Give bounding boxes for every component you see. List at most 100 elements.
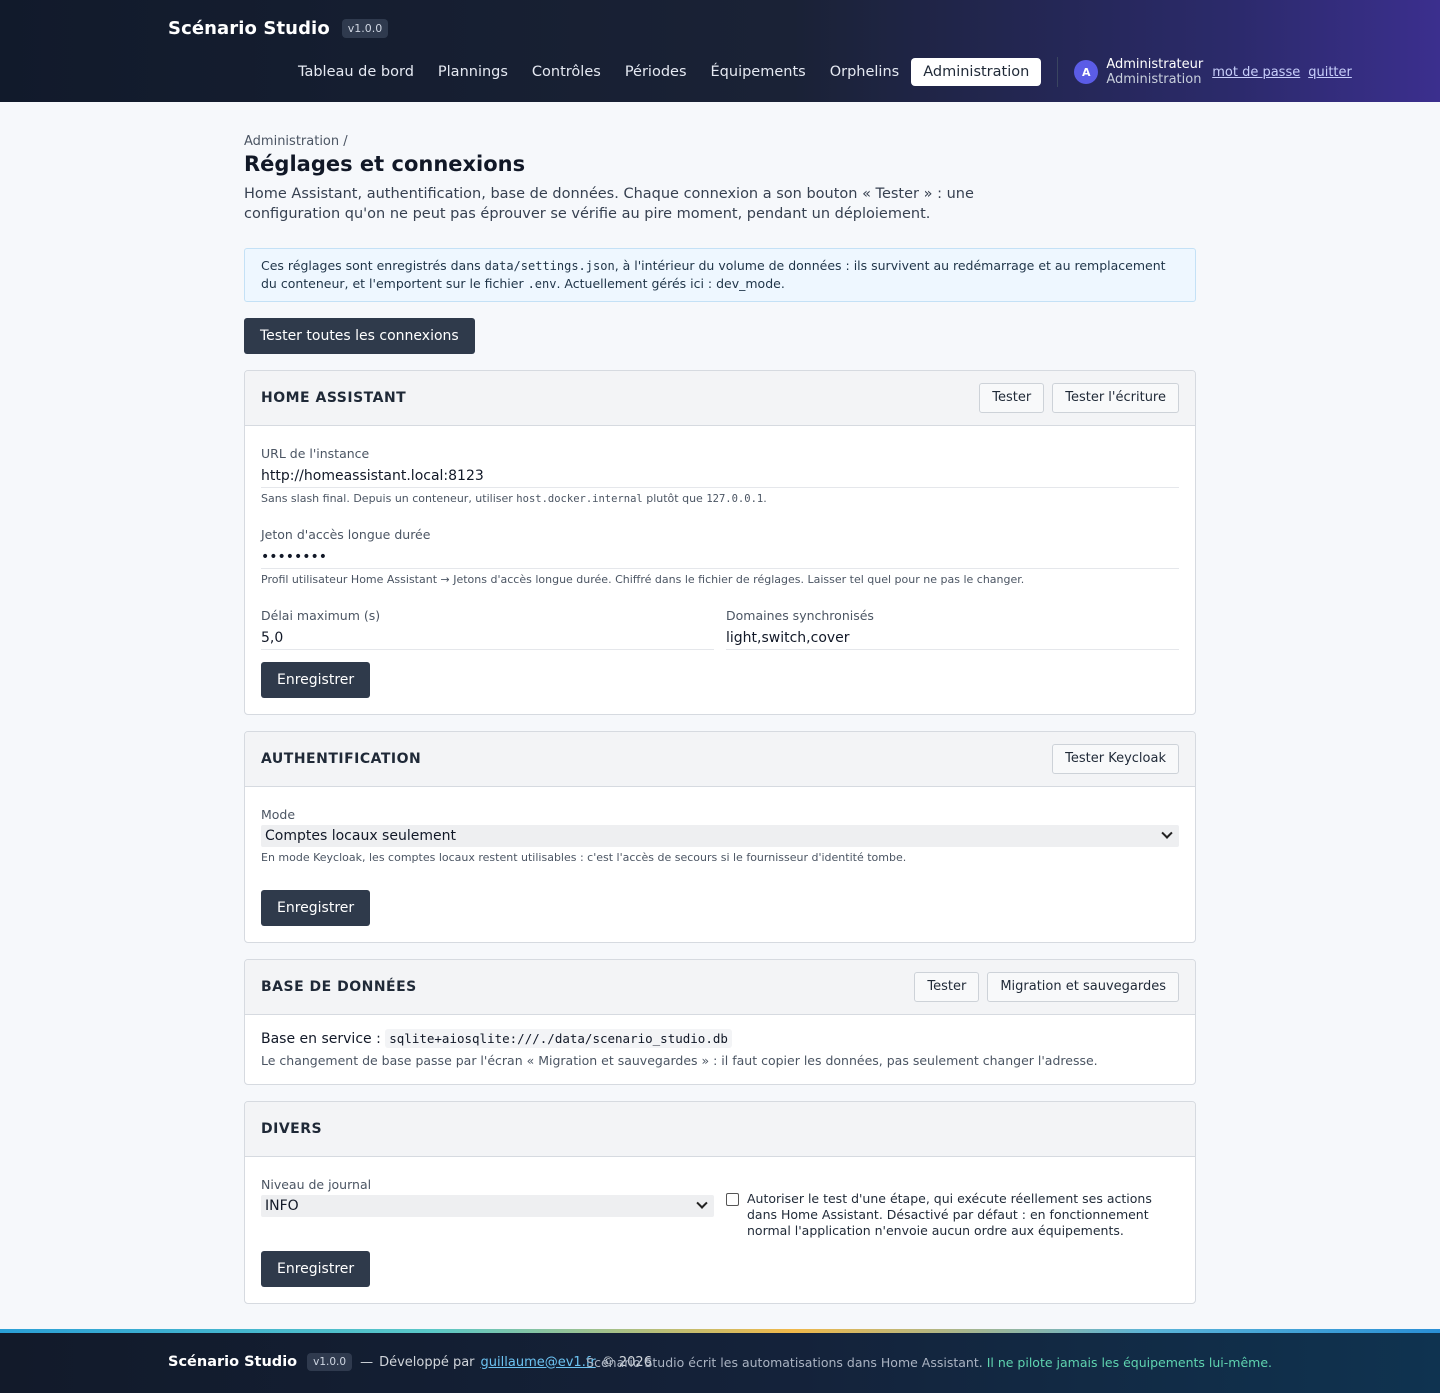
breadcrumb[interactable]: Administration / xyxy=(244,134,1196,149)
misc-row: Niveau de journal INFO Autoriser le test… xyxy=(261,1177,1179,1239)
domains-label: Domaines synchronisés xyxy=(726,608,874,623)
auth-mode-select[interactable]: Comptes locaux seulement xyxy=(261,825,1179,847)
save-misc-button[interactable]: Enregistrer xyxy=(261,1251,371,1287)
help-text: Sans slash final. Depuis un conteneur, u… xyxy=(261,492,517,505)
database-note: Le changement de base passe par l'écran … xyxy=(261,1053,1098,1068)
instance-url-input[interactable] xyxy=(261,464,1179,488)
card-title: DIVERS xyxy=(261,1121,323,1137)
user-name: Administrateur xyxy=(1106,57,1204,72)
step-test-option: Autoriser le test d'une étape, qui exécu… xyxy=(726,1191,1179,1239)
card-title: BASE DE DONNÉES xyxy=(261,979,417,995)
app-name[interactable]: Scénario Studio xyxy=(168,18,330,39)
main-nav: Tableau de bord Plannings Contrôles Péri… xyxy=(286,57,1360,87)
token-field-group: Jeton d'accès longue durée Profil utilis… xyxy=(261,527,1179,586)
brand: Scénario Studio v1.0.0 xyxy=(168,18,389,39)
url-label: URL de l'instance xyxy=(261,446,370,461)
timeout-input[interactable] xyxy=(261,626,714,650)
access-token-input[interactable] xyxy=(261,545,1179,569)
nav-item-controles[interactable]: Contrôles xyxy=(520,58,613,86)
footer-developed-by: Développé par xyxy=(379,1354,475,1370)
version-badge: v1.0.0 xyxy=(341,19,389,38)
database-current: Base en service : sqlite+aiosqlite:///./… xyxy=(261,1029,1179,1048)
footer-dash: — xyxy=(360,1354,374,1370)
test-write-button[interactable]: Tester l'écriture xyxy=(1052,383,1179,413)
card-header: BASE DE DONNÉES Tester Migration et sauv… xyxy=(245,960,1195,1015)
token-help: Profil utilisateur Home Assistant → Jeto… xyxy=(261,573,1025,586)
authentication-card: AUTHENTIFICATION Tester Keycloak Mode Co… xyxy=(244,731,1196,943)
card-body: URL de l'instance Sans slash final. Depu… xyxy=(245,426,1195,714)
log-level-label: Niveau de journal xyxy=(261,1177,372,1192)
migration-backups-button[interactable]: Migration et sauvegardes xyxy=(987,972,1179,1002)
card-body: Mode Comptes locaux seulement En mode Ke… xyxy=(245,787,1195,942)
card-actions: Tester Migration et sauvegardes xyxy=(914,972,1179,1002)
test-keycloak-button[interactable]: Tester Keycloak xyxy=(1052,744,1179,774)
url-help: Sans slash final. Depuis un conteneur, u… xyxy=(261,492,1179,505)
info-code-env: .env xyxy=(527,277,557,291)
step-test-checkbox[interactable] xyxy=(726,1193,739,1206)
chevron-down-icon xyxy=(696,1197,708,1209)
timeout-domains-row: Délai maximum (s) Domaines synchronisés xyxy=(261,608,1179,650)
card-title: HOME ASSISTANT xyxy=(261,390,407,406)
test-database-button[interactable]: Tester xyxy=(914,972,980,1002)
log-level-value: INFO xyxy=(265,1198,299,1214)
nav-divider xyxy=(1057,57,1059,87)
footer: Scénario Studio v1.0.0 — Développé par g… xyxy=(0,1329,1440,1393)
domains-field-group: Domaines synchronisés xyxy=(726,608,1179,650)
footer-credits: Scénario Studio v1.0.0 — Développé par g… xyxy=(168,1353,652,1371)
mode-help: En mode Keycloak, les comptes locaux res… xyxy=(261,851,907,864)
user-role: Administration xyxy=(1106,72,1202,87)
nav-item-periodes[interactable]: Périodes xyxy=(613,58,699,86)
nav-item-administration[interactable]: Administration xyxy=(911,58,1042,86)
nav-item-plannings[interactable]: Plannings xyxy=(426,58,520,86)
change-password-link[interactable]: mot de passe xyxy=(1212,65,1300,80)
save-auth-button[interactable]: Enregistrer xyxy=(261,890,371,926)
save-row: Enregistrer xyxy=(261,662,1179,698)
card-actions: Tester Tester l'écriture xyxy=(979,383,1179,413)
timeout-field-group: Délai maximum (s) xyxy=(261,608,714,650)
developer-email-link[interactable]: guillaume@ev1.fr xyxy=(481,1355,596,1370)
settings-info-box: Ces réglages sont enregistrés dans data/… xyxy=(244,248,1196,302)
timeout-label: Délai maximum (s) xyxy=(261,608,381,623)
card-header: DIVERS xyxy=(245,1102,1195,1157)
footer-tagline-text: Scénario Studio écrit les automatisation… xyxy=(586,1355,983,1370)
save-row: Enregistrer xyxy=(261,890,1179,926)
nav-item-orphelins[interactable]: Orphelins xyxy=(818,58,912,86)
step-test-label[interactable]: Autoriser le test d'une étape, qui exécu… xyxy=(747,1191,1179,1239)
test-all-connections-button[interactable]: Tester toutes les connexions xyxy=(244,318,475,354)
token-label: Jeton d'accès longue durée xyxy=(261,527,431,542)
footer-accent-strip xyxy=(0,1329,1440,1333)
nav-item-dashboard[interactable]: Tableau de bord xyxy=(286,58,426,86)
url-field-group: URL de l'instance Sans slash final. Depu… xyxy=(261,446,1179,505)
database-url: sqlite+aiosqlite:///./data/scenario_stud… xyxy=(385,1029,732,1048)
logout-link[interactable]: quitter xyxy=(1308,65,1352,80)
footer-tagline: Scénario Studio écrit les automatisation… xyxy=(586,1355,1272,1370)
save-row: Enregistrer xyxy=(261,1251,1179,1287)
card-actions: Tester Keycloak xyxy=(1052,744,1179,774)
chevron-down-icon xyxy=(1161,827,1173,839)
misc-card: DIVERS Niveau de journal INFO Autoriser … xyxy=(244,1101,1196,1304)
avatar: A xyxy=(1074,60,1099,84)
help-code: 127.0.0.1 xyxy=(706,493,764,505)
info-text: Ces réglages sont enregistrés dans xyxy=(261,258,485,273)
card-header: AUTHENTIFICATION Tester Keycloak xyxy=(245,732,1195,787)
test-home-assistant-button[interactable]: Tester xyxy=(979,383,1045,413)
page-description: Home Assistant, authentification, base d… xyxy=(244,186,974,222)
card-body: Base en service : sqlite+aiosqlite:///./… xyxy=(245,1015,1195,1084)
home-assistant-card: HOME ASSISTANT Tester Tester l'écriture … xyxy=(244,370,1196,715)
help-text: . xyxy=(763,492,767,505)
card-body: Niveau de journal INFO Autoriser le test… xyxy=(245,1157,1195,1303)
database-card: BASE DE DONNÉES Tester Migration et sauv… xyxy=(244,959,1196,1085)
step-test-group: Autoriser le test d'une étape, qui exécu… xyxy=(726,1177,1179,1239)
auth-mode-value: Comptes locaux seulement xyxy=(265,828,456,844)
footer-tagline-accent: Il ne pilote jamais les équipements lui-… xyxy=(986,1355,1272,1370)
domains-input[interactable] xyxy=(726,626,1179,650)
log-level-select[interactable]: INFO xyxy=(261,1195,714,1217)
main-content: Administration / Réglages et connexions … xyxy=(244,134,1196,1304)
info-text: . Actuellement gérés ici : dev_mode. xyxy=(556,276,785,291)
help-code: host.docker.internal xyxy=(516,493,643,505)
page-title: Réglages et connexions xyxy=(244,152,526,176)
save-home-assistant-button[interactable]: Enregistrer xyxy=(261,662,371,698)
info-code-settings-path: data/settings.json xyxy=(484,259,615,273)
mode-label: Mode xyxy=(261,807,296,822)
nav-item-equipements[interactable]: Équipements xyxy=(699,58,818,86)
